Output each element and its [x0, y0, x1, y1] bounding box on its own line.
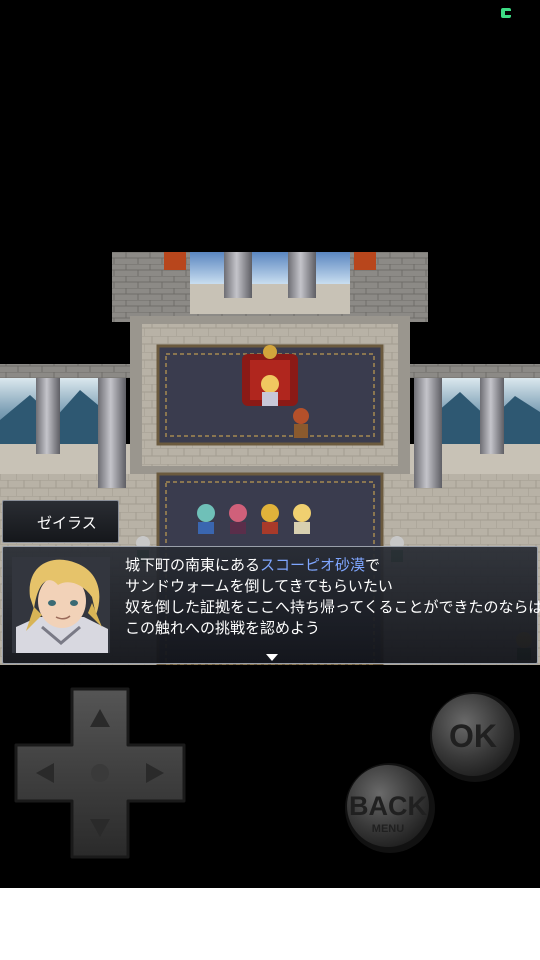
- message-line-4: この触れへの挑戦を認めよう: [125, 619, 321, 637]
- party-member-1[interactable]: [197, 504, 215, 534]
- message-text: 城下町の南東にあるスコーピオ砂漠で サンドウォームを倒してきてもらいたい 奴を倒…: [125, 555, 540, 639]
- speaker-name-box: ゼイラス: [2, 500, 119, 543]
- party-member-4[interactable]: [293, 504, 311, 534]
- location-highlight: スコーピオ砂漠: [260, 556, 366, 574]
- speaker-name: ゼイラス: [37, 514, 97, 532]
- speaker-portrait: [12, 557, 110, 653]
- dpad[interactable]: [14, 687, 186, 859]
- ok-label: OK: [449, 718, 497, 754]
- party-member-2[interactable]: [229, 504, 247, 534]
- window-top: [190, 252, 350, 284]
- message-line-2: サンドウォームを倒してきてもらいたい: [125, 577, 393, 595]
- message-line-1: 城下町の南東にあるスコーピオ砂漠で: [125, 556, 381, 574]
- virtual-controls: OK BACK MENU: [14, 687, 520, 859]
- ok-button[interactable]: OK: [430, 692, 520, 782]
- back-button[interactable]: BACK MENU: [345, 763, 435, 853]
- message-line-3: 奴を倒した証拠をここへ持ち帰ってくることができたのならば、: [125, 598, 540, 616]
- banner-left: [164, 252, 186, 270]
- message-window[interactable]: 城下町の南東にあるスコーピオ砂漠で サンドウォームを倒してきてもらいたい 奴を倒…: [2, 546, 540, 664]
- bottom-blank-area: [0, 888, 540, 960]
- back-label: BACK: [349, 791, 427, 821]
- continue-arrow-icon[interactable]: [266, 654, 278, 661]
- menu-label: MENU: [372, 823, 404, 835]
- party-member-3[interactable]: [261, 504, 279, 534]
- king-on-throne[interactable]: [242, 345, 298, 406]
